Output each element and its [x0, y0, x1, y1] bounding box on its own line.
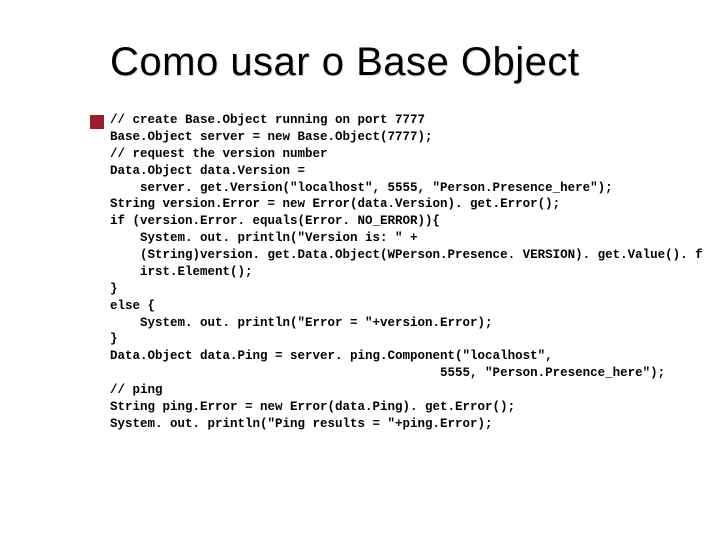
slide: Como usar o Base Object // create Base.O… [0, 0, 720, 540]
slide-title: Como usar o Base Object [110, 40, 680, 84]
accent-square [90, 115, 104, 129]
code-block: // create Base.Object running on port 77… [110, 112, 680, 433]
